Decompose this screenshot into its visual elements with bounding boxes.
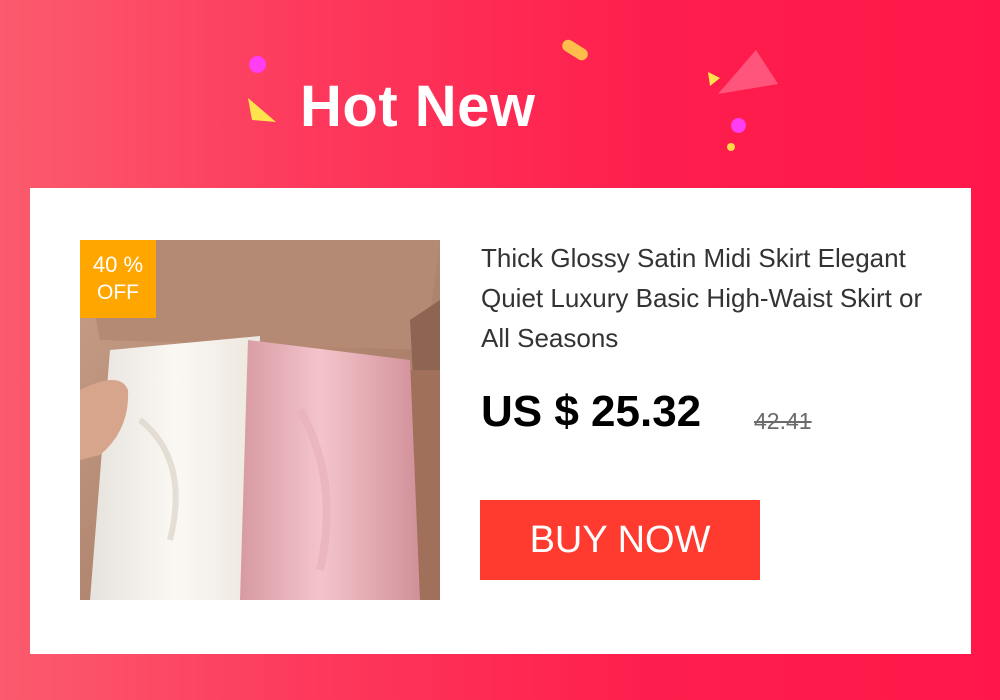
discount-badge: 40 % OFF xyxy=(80,240,156,318)
product-title[interactable]: Thick Glossy Satin Midi Skirt Elegant Qu… xyxy=(481,238,941,358)
buy-now-button[interactable]: BUY NOW xyxy=(480,500,760,580)
banner-title: Hot New xyxy=(300,74,536,139)
price-row: US $ 25.32 42.41 xyxy=(481,387,812,437)
confetti-dot-icon xyxy=(731,118,746,133)
confetti-dot-icon xyxy=(249,56,266,73)
confetti-triangle-icon xyxy=(248,98,276,122)
discount-percent: 40 % xyxy=(92,252,144,277)
confetti-pill-icon xyxy=(559,37,591,63)
original-price: 42.41 xyxy=(754,408,812,434)
current-price: US $ 25.32 xyxy=(481,387,702,436)
discount-off-label: OFF xyxy=(97,281,139,304)
confetti-dot-icon xyxy=(727,143,735,151)
confetti-triangle-icon xyxy=(718,50,778,94)
